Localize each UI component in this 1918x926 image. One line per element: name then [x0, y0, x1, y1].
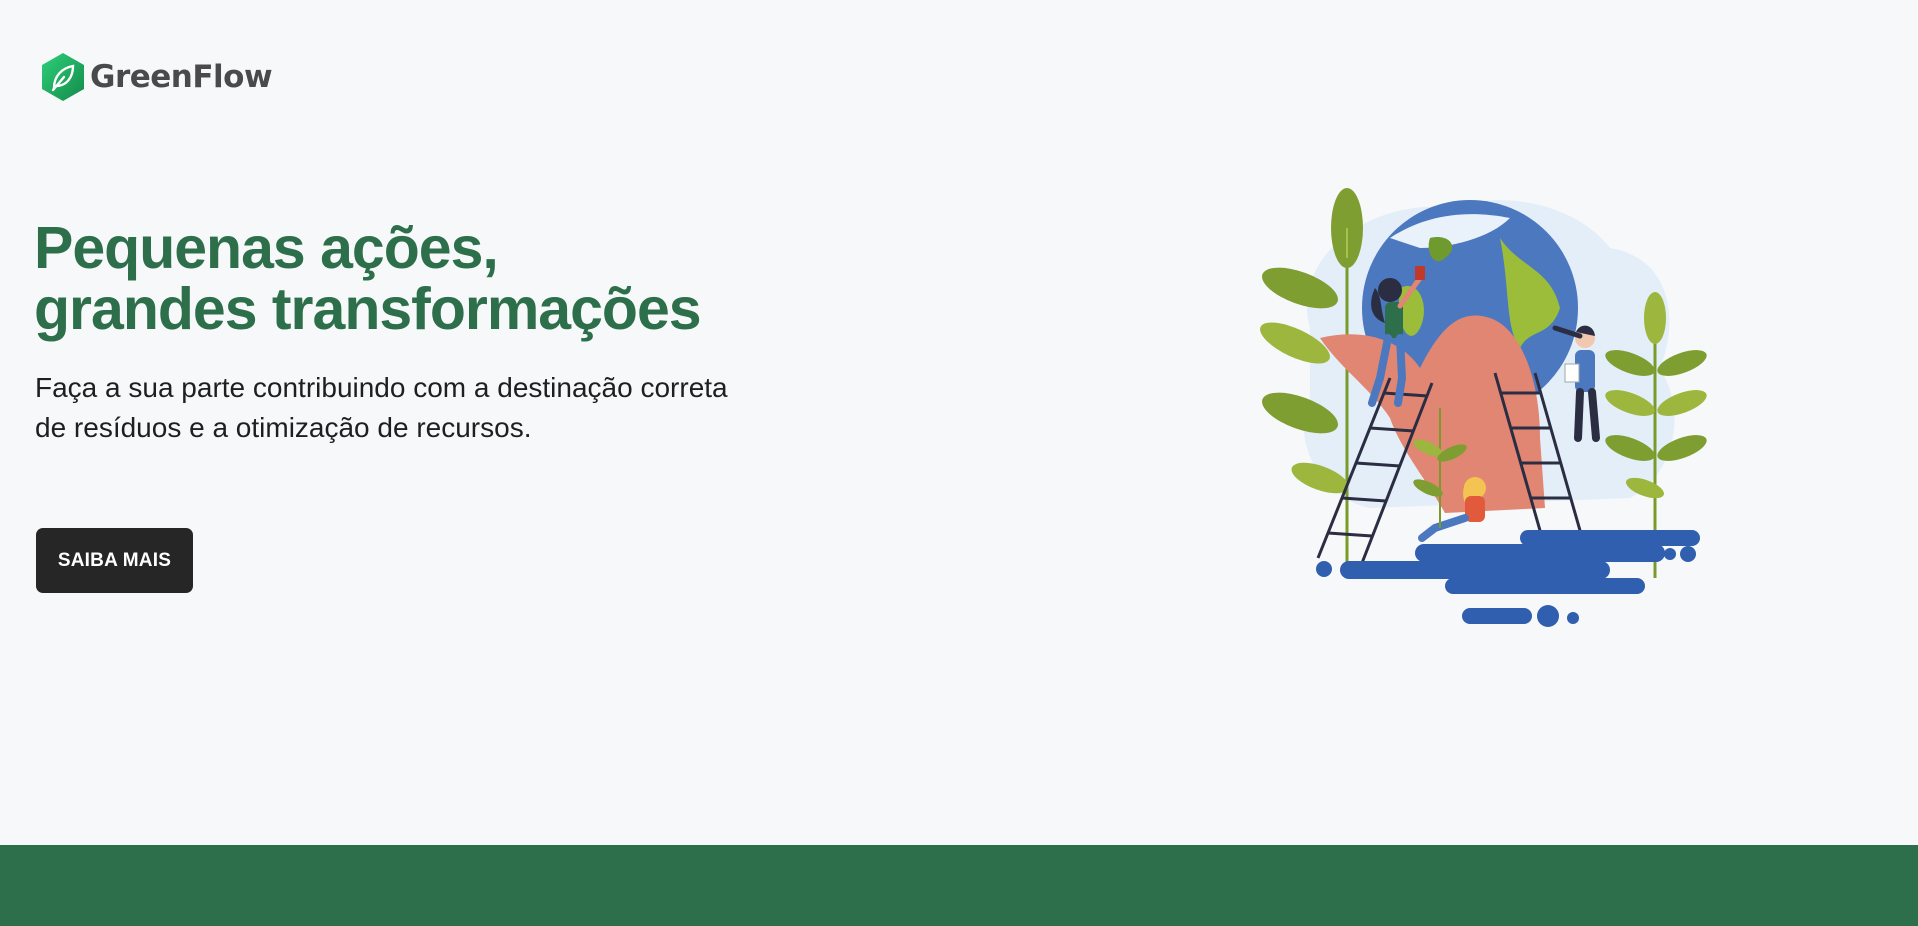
- hero-title: Pequenas ações, grandes transformações: [34, 215, 702, 342]
- learn-more-button[interactable]: SAIBA MAIS: [36, 528, 193, 593]
- landing-page: GreenFlow Pequenas ações, grandes transf…: [0, 0, 1918, 926]
- logo-link[interactable]: GreenFlow: [40, 52, 273, 102]
- brand-name: GreenFlow: [90, 59, 273, 95]
- water-puddles: [1316, 530, 1700, 627]
- hero-title-line-1: Pequenas ações,: [34, 215, 499, 281]
- hero-title-line-2: grandes transformações: [34, 276, 702, 342]
- footer-band: [0, 845, 1918, 926]
- hero-subtitle-line-2: de resíduos e a otimização de recursos.: [35, 412, 532, 443]
- site-header: GreenFlow: [40, 52, 273, 102]
- globe-hand-plants-illustration: [1260, 188, 1707, 627]
- left-plant: [1260, 188, 1363, 568]
- hero-subtitle: Faça a sua parte contribuindo com a dest…: [35, 368, 795, 448]
- hero-subtitle-line-1: Faça a sua parte contribuindo com a dest…: [35, 372, 728, 403]
- leaf-hexagon-icon: [42, 53, 84, 101]
